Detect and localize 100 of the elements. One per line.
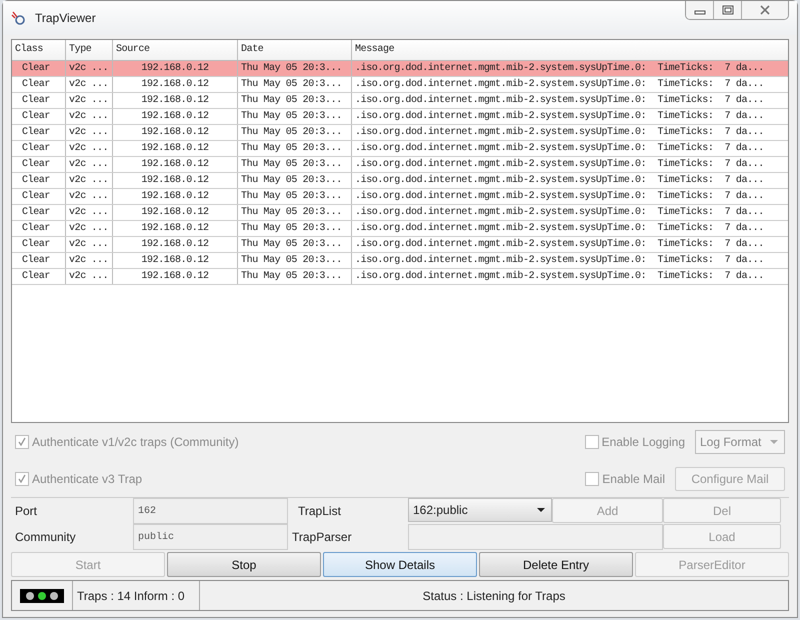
table-cell: .iso.org.dod.internet.mgmt.mib-2.system.sysUpTime.0: TimeTicks: 7 da... (355, 63, 764, 74)
table-cell: 192.168.0.12 (141, 255, 209, 266)
caret-icon (770, 438, 778, 444)
trapparser-field[interactable] (408, 524, 663, 550)
table-cell: Clear (22, 159, 50, 170)
table-cell: Thu May 05 20:3... (241, 63, 342, 74)
port-label: Port (14, 504, 38, 518)
table-cell: 192.168.0.12 (141, 143, 209, 154)
table-cell: Thu May 05 20:3... (241, 175, 342, 186)
table-row[interactable]: Clear v2c ... 192.168.0.12 Thu May 05 20:3... .iso.org.dod.internet.mgmt.mib-2.system.sysUpTime.0: TimeTicks: 7 da... (12, 189, 788, 205)
maximize-button[interactable] (714, 1, 742, 19)
table-cell: .iso.org.dod.internet.mgmt.mib-2.system.sysUpTime.0: TimeTicks: 7 da... (355, 191, 764, 202)
community-label: Community (14, 530, 77, 544)
community-field[interactable]: public (133, 524, 288, 550)
traplist-label: TrapList (297, 504, 342, 518)
table-cell: .iso.org.dod.internet.mgmt.mib-2.system.sysUpTime.0: TimeTicks: 7 da... (355, 223, 764, 234)
traplist-dropdown[interactable]: 162:public (408, 498, 552, 522)
table-cell: .iso.org.dod.internet.mgmt.mib-2.system.sysUpTime.0: TimeTicks: 7 da... (355, 111, 764, 122)
status-text: Status : Listening for Traps (422, 588, 566, 602)
table-cell: Clear (22, 191, 50, 202)
table-cell: Clear (22, 127, 50, 138)
table-cell: v2c ... (69, 143, 108, 154)
table-row[interactable]: Clear v2c ... 192.168.0.12 Thu May 05 20:3... .iso.org.dod.internet.mgmt.mib-2.system.sysUpTime.0: TimeTicks: 7 da... (12, 269, 788, 285)
table-cell: 192.168.0.12 (141, 239, 209, 250)
table-cell: .iso.org.dod.internet.mgmt.mib-2.system.sysUpTime.0: TimeTicks: 7 da... (355, 143, 764, 154)
minimize-button[interactable] (686, 1, 714, 19)
table-cell: Thu May 05 20:3... (241, 191, 342, 202)
table-cell: .iso.org.dod.internet.mgmt.mib-2.system.sysUpTime.0: TimeTicks: 7 da... (355, 175, 764, 186)
table-cell: Clear (22, 207, 50, 218)
table-cell: 192.168.0.12 (141, 63, 209, 74)
table-cell: v2c ... (69, 95, 108, 106)
trap-counts: Traps : 14 Inform : 0 (77, 588, 185, 602)
table-cell: .iso.org.dod.internet.mgmt.mib-2.system.sysUpTime.0: TimeTicks: 7 da... (355, 127, 764, 138)
table-cell: Thu May 05 20:3... (241, 143, 342, 154)
close-icon (758, 5, 772, 15)
table-cell: v2c ... (69, 175, 108, 186)
table-row[interactable]: Clear v2c ... 192.168.0.12 Thu May 05 20:3... .iso.org.dod.internet.mgmt.mib-2.system.sysUpTime.0: TimeTicks: 7 da... (12, 109, 788, 125)
table-cell: Thu May 05 20:3... (241, 79, 342, 90)
table-cell: Thu May 05 20:3... (241, 95, 342, 106)
table-cell: 192.168.0.12 (141, 111, 209, 122)
checkmark-icon (17, 436, 27, 446)
column-header[interactable]: Date (238, 40, 352, 60)
table-cell: v2c ... (69, 223, 108, 234)
maximize-icon (722, 5, 734, 15)
table-cell: Clear (22, 223, 50, 234)
table-cell: v2c ... (69, 79, 108, 90)
port-field[interactable]: 162 (133, 498, 288, 524)
action-button[interactable]: Stop (167, 552, 321, 577)
table-cell: 192.168.0.12 (141, 207, 209, 218)
column-header[interactable]: Class (12, 40, 66, 60)
table-row[interactable]: Clear v2c ... 192.168.0.12 Thu May 05 20:3... .iso.org.dod.internet.mgmt.mib-2.system.sysUpTime.0: TimeTicks: 7 da... (12, 221, 788, 237)
trapparser-label: TrapParser (291, 530, 353, 544)
table-row[interactable]: Clear v2c ... 192.168.0.12 Thu May 05 20:3... .iso.org.dod.internet.mgmt.mib-2.system.sysUpTime.0: TimeTicks: 7 da... (12, 157, 788, 173)
table-cell: v2c ... (69, 127, 108, 138)
table-row[interactable]: Clear v2c ... 192.168.0.12 Thu May 05 20:3... .iso.org.dod.internet.mgmt.mib-2.system.sysUpTime.0: TimeTicks: 7 da... (12, 205, 788, 221)
table-cell: Clear (22, 175, 50, 186)
table-cell: Clear (22, 111, 50, 122)
column-header[interactable]: Message (352, 40, 788, 60)
column-header[interactable]: Source (113, 40, 238, 60)
caret-icon (537, 507, 545, 513)
table-cell: Clear (22, 79, 50, 90)
table-cell: Clear (22, 255, 50, 266)
table-cell: v2c ... (69, 207, 108, 218)
table-cell: Thu May 05 20:3... (241, 207, 342, 218)
table-row[interactable]: Clear v2c ... 192.168.0.12 Thu May 05 20:3... .iso.org.dod.internet.mgmt.mib-2.system.sysUpTime.0: TimeTicks: 7 da... (12, 173, 788, 189)
table-cell: .iso.org.dod.internet.mgmt.mib-2.system.sysUpTime.0: TimeTicks: 7 da... (355, 239, 764, 250)
table-cell: 192.168.0.12 (141, 175, 209, 186)
table-cell: 192.168.0.12 (141, 271, 209, 282)
table-row[interactable]: Clear v2c ... 192.168.0.12 Thu May 05 20:3... .iso.org.dod.internet.mgmt.mib-2.system.sysUpTime.0: TimeTicks: 7 da... (12, 61, 788, 77)
table-cell: .iso.org.dod.internet.mgmt.mib-2.system.sysUpTime.0: TimeTicks: 7 da... (355, 95, 764, 106)
table-cell: 192.168.0.12 (141, 191, 209, 202)
action-button[interactable]: Delete Entry (479, 552, 633, 577)
table-cell: Clear (22, 271, 50, 282)
table-row[interactable]: Clear v2c ... 192.168.0.12 Thu May 05 20:3... .iso.org.dod.internet.mgmt.mib-2.system.sysUpTime.0: TimeTicks: 7 da... (12, 253, 788, 269)
action-button[interactable]: Show Details (323, 552, 477, 577)
table-cell: 192.168.0.12 (141, 223, 209, 234)
table-cell: 192.168.0.12 (141, 159, 209, 170)
table-cell: v2c ... (69, 63, 108, 74)
checkmark-icon (17, 474, 27, 484)
magnifier-icon (11, 10, 27, 26)
table-cell: .iso.org.dod.internet.mgmt.mib-2.system.sysUpTime.0: TimeTicks: 7 da... (355, 207, 764, 218)
table-cell: 192.168.0.12 (141, 127, 209, 138)
table-cell: v2c ... (69, 159, 108, 170)
table-row[interactable]: Clear v2c ... 192.168.0.12 Thu May 05 20:3... .iso.org.dod.internet.mgmt.mib-2.system.sysUpTime.0: TimeTicks: 7 da... (12, 141, 788, 157)
table-cell: .iso.org.dod.internet.mgmt.mib-2.system.sysUpTime.0: TimeTicks: 7 da... (355, 159, 764, 170)
table-cell: Thu May 05 20:3... (241, 111, 342, 122)
table-cell: .iso.org.dod.internet.mgmt.mib-2.system.sysUpTime.0: TimeTicks: 7 da... (355, 255, 764, 266)
table-row[interactable]: Clear v2c ... 192.168.0.12 Thu May 05 20:3... .iso.org.dod.internet.mgmt.mib-2.system.sysUpTime.0: TimeTicks: 7 da... (12, 237, 788, 253)
table-row[interactable]: Clear v2c ... 192.168.0.12 Thu May 05 20:3... .iso.org.dod.internet.mgmt.mib-2.system.sysUpTime.0: TimeTicks: 7 da... (12, 77, 788, 93)
table-cell: Thu May 05 20:3... (241, 239, 342, 250)
column-header[interactable]: Type (66, 40, 113, 60)
table-cell: 192.168.0.12 (141, 95, 209, 106)
table-cell: Thu May 05 20:3... (241, 255, 342, 266)
table-row[interactable]: Clear v2c ... 192.168.0.12 Thu May 05 20:3... .iso.org.dod.internet.mgmt.mib-2.system.sysUpTime.0: TimeTicks: 7 da... (12, 125, 788, 141)
table-cell: Clear (22, 143, 50, 154)
table-cell: Clear (22, 95, 50, 106)
table-cell: v2c ... (69, 255, 108, 266)
close-button[interactable] (742, 1, 788, 19)
table-cell: 192.168.0.12 (141, 79, 209, 90)
table-row[interactable]: Clear v2c ... 192.168.0.12 Thu May 05 20:3... .iso.org.dod.internet.mgmt.mib-2.system.sysUpTime.0: TimeTicks: 7 da... (12, 93, 788, 109)
